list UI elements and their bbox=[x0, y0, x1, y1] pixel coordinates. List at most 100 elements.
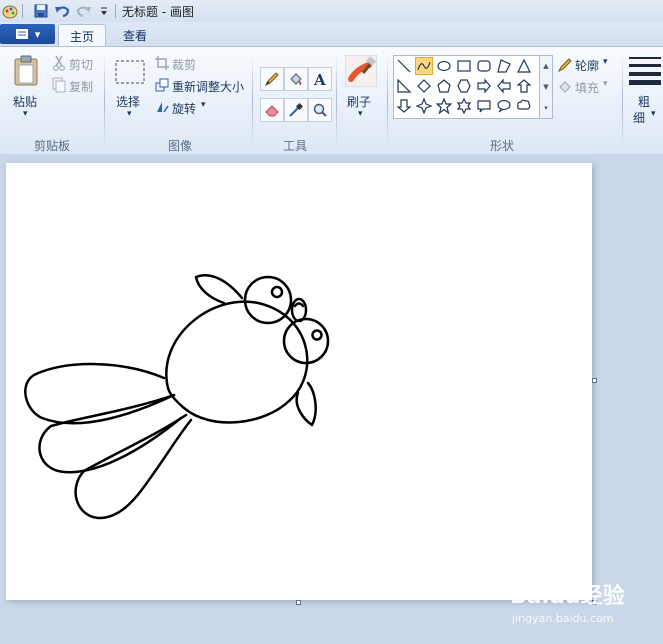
size-dropdown-arrow[interactable]: ▾ bbox=[651, 109, 656, 119]
tab-home[interactable]: 主页 bbox=[58, 24, 106, 47]
outline-icon[interactable] bbox=[557, 57, 573, 73]
five-point-star-shape-icon[interactable] bbox=[435, 97, 453, 115]
copy-button[interactable]: 复制 bbox=[69, 78, 93, 95]
paint-app-icon[interactable] bbox=[2, 3, 18, 19]
cloud-callout-shape-icon[interactable] bbox=[515, 97, 533, 115]
rotate-dropdown-arrow[interactable]: ▾ bbox=[201, 100, 206, 110]
fill-shape-icon[interactable] bbox=[557, 79, 573, 95]
group-separator bbox=[622, 53, 623, 149]
paste-button[interactable]: 粘贴 bbox=[13, 93, 37, 110]
scroll-up-icon[interactable]: ▲ bbox=[543, 62, 548, 70]
diamond-shape-icon[interactable] bbox=[415, 77, 433, 95]
right-pupil bbox=[311, 329, 323, 341]
baidu-watermark: Baidu经验 bbox=[510, 584, 625, 609]
expand-gallery-icon[interactable]: ▾ bbox=[544, 104, 548, 112]
copy-icon[interactable] bbox=[52, 77, 66, 93]
group-separator bbox=[336, 53, 337, 149]
brushes-button[interactable]: 刷子 bbox=[347, 93, 371, 110]
save-icon[interactable] bbox=[33, 3, 49, 19]
brushes-dropdown-arrow[interactable]: ▾ bbox=[358, 109, 363, 119]
pentagon-shape-icon[interactable] bbox=[435, 77, 453, 95]
magnifier-icon[interactable] bbox=[308, 98, 332, 122]
title-bar: 无标题 - 画图 bbox=[0, 0, 663, 22]
right-arrow-shape-icon[interactable] bbox=[475, 77, 493, 95]
oval-shape-icon[interactable] bbox=[435, 57, 453, 75]
svg-text:A: A bbox=[313, 71, 326, 87]
separator bbox=[22, 4, 23, 18]
curve-shape-icon[interactable] bbox=[415, 57, 433, 75]
outline-dropdown-arrow[interactable]: ▾ bbox=[603, 57, 608, 67]
line-shape-icon[interactable] bbox=[395, 57, 413, 75]
group-separator bbox=[252, 53, 253, 149]
size-label-line1[interactable]: 粗 bbox=[638, 93, 650, 110]
fill-icon[interactable] bbox=[284, 67, 308, 91]
clipboard-group-label: 剪贴板 bbox=[33, 139, 70, 153]
crop-button[interactable]: 裁剪 bbox=[172, 56, 196, 73]
paste-icon[interactable] bbox=[12, 55, 40, 87]
resize-handle-bottom[interactable] bbox=[296, 600, 301, 605]
dorsal-fin-outline bbox=[194, 274, 244, 305]
eraser-icon[interactable] bbox=[260, 98, 284, 122]
fill-button[interactable]: 填充 bbox=[575, 79, 599, 96]
redo-icon[interactable] bbox=[76, 3, 92, 19]
window-title: 无标题 - 画图 bbox=[122, 5, 194, 19]
shapes-scrollbar[interactable]: ▲ ▼ ▾ bbox=[539, 55, 553, 119]
select-icon[interactable] bbox=[114, 59, 146, 85]
left-arrow-shape-icon[interactable] bbox=[495, 77, 513, 95]
fill-dropdown-arrow[interactable]: ▾ bbox=[603, 79, 608, 89]
file-menu-icon bbox=[15, 29, 28, 39]
cut-icon[interactable] bbox=[52, 55, 66, 71]
polygon-shape-icon[interactable] bbox=[495, 57, 513, 75]
rounded-rectangle-shape-icon[interactable] bbox=[475, 57, 493, 75]
brush-icon[interactable] bbox=[345, 55, 377, 87]
file-menu-button[interactable]: ▾ bbox=[0, 24, 55, 44]
four-point-star-shape-icon[interactable] bbox=[415, 97, 433, 115]
image-group-label: 图像 bbox=[167, 139, 192, 153]
crop-icon[interactable] bbox=[155, 56, 169, 70]
goldfish-drawing bbox=[24, 274, 330, 520]
left-eye-outline bbox=[243, 275, 293, 325]
shapes-group-label: 形状 bbox=[489, 139, 514, 153]
resize-icon[interactable] bbox=[155, 78, 169, 92]
up-arrow-shape-icon[interactable] bbox=[515, 77, 533, 95]
hexagon-shape-icon[interactable] bbox=[455, 77, 473, 95]
tab-view[interactable]: 查看 bbox=[112, 24, 158, 46]
outline-button[interactable]: 轮廓 bbox=[575, 57, 599, 74]
right-triangle-shape-icon[interactable] bbox=[395, 77, 413, 95]
customize-icon[interactable] bbox=[96, 3, 112, 19]
select-button[interactable]: 选择 bbox=[116, 93, 140, 110]
rectangle-shape-icon[interactable] bbox=[455, 57, 473, 75]
resize-button[interactable]: 重新调整大小 bbox=[172, 78, 244, 95]
fish-body-outline bbox=[165, 300, 309, 424]
oval-callout-shape-icon[interactable] bbox=[495, 97, 513, 115]
scroll-down-icon[interactable]: ▼ bbox=[543, 83, 548, 91]
color-picker-icon[interactable] bbox=[284, 98, 308, 122]
rect-callout-shape-icon[interactable] bbox=[475, 97, 493, 115]
rotate-button[interactable]: 旋转 bbox=[172, 100, 196, 117]
lower-tail-outline bbox=[74, 413, 193, 520]
pencil-icon[interactable] bbox=[260, 67, 284, 91]
tools-group-label: 工具 bbox=[282, 139, 307, 153]
group-separator bbox=[104, 53, 105, 149]
paste-dropdown-arrow[interactable]: ▾ bbox=[23, 109, 28, 119]
resize-handle-right[interactable] bbox=[592, 378, 597, 383]
left-pupil bbox=[270, 285, 284, 299]
rotate-icon[interactable] bbox=[155, 100, 169, 114]
triangle-shape-icon[interactable] bbox=[515, 57, 533, 75]
drawing-canvas[interactable] bbox=[6, 163, 592, 600]
size-lines-icon[interactable] bbox=[629, 55, 661, 85]
down-arrow-shape-icon[interactable] bbox=[395, 97, 413, 115]
select-dropdown-arrow[interactable]: ▾ bbox=[127, 109, 132, 119]
separator bbox=[115, 4, 116, 18]
group-separator bbox=[387, 53, 388, 149]
six-point-star-shape-icon[interactable] bbox=[455, 97, 473, 115]
undo-icon[interactable] bbox=[54, 3, 70, 19]
text-icon[interactable]: A bbox=[308, 67, 332, 91]
shapes-gallery bbox=[393, 55, 551, 119]
file-menu-arrow: ▾ bbox=[34, 27, 41, 41]
cut-button[interactable]: 剪切 bbox=[69, 56, 93, 73]
size-label-line2[interactable]: 细 bbox=[633, 109, 645, 126]
baidu-watermark-url: jingyan.baidu.com bbox=[512, 612, 614, 625]
mouth-inner bbox=[293, 302, 305, 308]
middle-tail-outline bbox=[38, 393, 183, 474]
